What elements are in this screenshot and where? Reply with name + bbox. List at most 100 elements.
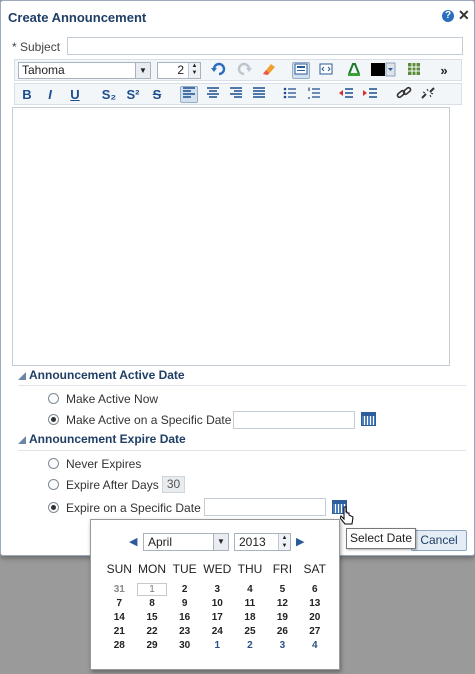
message-editor[interactable] — [12, 107, 450, 366]
calendar-day[interactable]: 29 — [136, 638, 169, 652]
text-color-select[interactable] — [370, 62, 396, 79]
expire-days-input[interactable]: 30 — [162, 476, 185, 493]
bold-button[interactable]: B — [18, 86, 36, 103]
calendar-day[interactable]: 2 — [234, 638, 267, 652]
outdent-icon[interactable] — [337, 86, 355, 103]
calendar-day[interactable]: 4 — [299, 638, 331, 652]
calendar-day[interactable]: 7 — [103, 596, 136, 610]
strikethrough-button[interactable]: S — [148, 86, 166, 103]
help-icon[interactable]: ? — [442, 10, 454, 22]
make-active-specific-radio[interactable] — [48, 414, 59, 425]
select-date-tooltip: Select Date — [346, 528, 416, 549]
align-justify-icon[interactable] — [250, 86, 268, 103]
calendar-day[interactable]: 3 — [201, 582, 234, 596]
collapse-triangle-icon[interactable] — [18, 372, 26, 380]
unlink-icon[interactable] — [419, 86, 437, 103]
calendar-day[interactable]: 10 — [201, 596, 234, 610]
numbered-list-icon[interactable] — [305, 86, 323, 103]
source-code-mode-icon[interactable] — [317, 62, 335, 79]
calendar-day[interactable]: 28 — [103, 638, 136, 652]
indent-icon[interactable] — [361, 86, 379, 103]
expire-after-days-label: Expire After Days — [66, 478, 159, 492]
never-expires-radio[interactable] — [48, 458, 59, 469]
calendar-day[interactable]: 4 — [234, 582, 267, 596]
calendar-day[interactable]: 5 — [266, 582, 298, 596]
calendar-day[interactable]: 2 — [168, 582, 201, 596]
align-center-icon[interactable] — [204, 86, 222, 103]
make-active-now-radio[interactable] — [48, 393, 59, 404]
calendar-day[interactable]: 17 — [201, 610, 234, 624]
subject-label: * Subject — [12, 40, 61, 54]
rich-text-mode-icon[interactable] — [292, 62, 310, 79]
calendar-day[interactable]: 22 — [136, 624, 169, 638]
italic-button[interactable]: I — [41, 86, 59, 103]
expire-after-days-radio[interactable] — [48, 479, 59, 490]
bulleted-list-icon[interactable] — [281, 86, 299, 103]
calendar-day[interactable]: 9 — [168, 596, 201, 610]
calendar-day[interactable]: 3 — [266, 638, 298, 652]
align-left-icon[interactable] — [180, 86, 198, 103]
align-right-icon[interactable] — [227, 86, 245, 103]
calendar-icon[interactable] — [361, 412, 376, 426]
month-value: April — [148, 535, 173, 549]
calendar-day[interactable]: 24 — [201, 624, 234, 638]
superscript-button[interactable]: S² — [123, 86, 143, 103]
calendar-day[interactable]: 19 — [266, 610, 298, 624]
calendar-day[interactable]: 31 — [103, 582, 136, 596]
weekday-header: SAT — [303, 562, 326, 576]
next-month-icon[interactable]: ▶ — [296, 535, 304, 548]
calendar-day[interactable]: 15 — [136, 610, 169, 624]
close-icon[interactable]: ✕ — [458, 8, 470, 22]
table-grid-icon[interactable] — [405, 62, 423, 79]
undo-icon[interactable] — [210, 62, 228, 79]
calendar-day[interactable]: 8 — [136, 596, 169, 610]
font-size-select[interactable]: 2 ▲ ▼ — [157, 62, 201, 79]
calendar-day[interactable]: 1 — [201, 638, 234, 652]
previous-month-icon[interactable]: ◀ — [129, 535, 137, 548]
subject-input[interactable] — [67, 37, 463, 55]
chevron-down-icon[interactable]: ▼ — [213, 534, 228, 550]
dialog-title: Create Announcement — [8, 10, 147, 25]
calendar-day[interactable]: 30 — [168, 638, 201, 652]
subscript-button[interactable]: S₂ — [99, 86, 119, 103]
active-date-input[interactable] — [233, 411, 355, 429]
calendar-day[interactable]: 12 — [266, 596, 298, 610]
text-highlight-icon[interactable] — [345, 62, 363, 79]
calendar-day[interactable]: 6 — [299, 582, 331, 596]
font-family-select[interactable]: Tahoma ▼ — [18, 62, 151, 79]
expire-date-section-header[interactable]: Announcement Expire Date — [18, 432, 186, 446]
calendar-day[interactable]: 11 — [234, 596, 267, 610]
calendar-day[interactable]: 25 — [234, 624, 267, 638]
expire-date-input[interactable] — [204, 498, 326, 516]
year-spinner[interactable]: 2013 ▲ ▼ — [234, 533, 291, 551]
never-expires-label: Never Expires — [66, 457, 142, 471]
more-options-icon[interactable]: » — [435, 62, 453, 79]
eraser-icon[interactable] — [259, 62, 277, 79]
calendar-day[interactable]: 13 — [299, 596, 331, 610]
cancel-button[interactable]: Cancel — [411, 530, 467, 551]
redo-icon[interactable] — [235, 62, 253, 79]
active-date-title: Announcement Active Date — [29, 368, 185, 382]
font-size-spinner-icon[interactable]: ▲ ▼ — [188, 63, 200, 78]
link-icon[interactable] — [395, 86, 413, 103]
underline-button[interactable]: U — [66, 86, 84, 103]
calendar-day[interactable]: 27 — [299, 624, 331, 638]
chevron-down-icon[interactable]: ▼ — [135, 63, 150, 78]
collapse-triangle-icon[interactable] — [18, 436, 26, 444]
create-announcement-dialog: Create Announcement ? ✕ * Subject Tahoma… — [0, 0, 475, 556]
calendar-day[interactable]: 21 — [103, 624, 136, 638]
editor-toolbar-row1: Tahoma ▼ 2 ▲ ▼ » — [14, 59, 462, 81]
calendar-day[interactable]: 26 — [266, 624, 298, 638]
calendar-grid: SUN MON TUE WED THU FRI SAT 31 1 2 3 4 5… — [103, 562, 331, 652]
calendar-day[interactable]: 20 — [299, 610, 331, 624]
month-select[interactable]: April ▼ — [143, 533, 229, 551]
calendar-day[interactable]: 16 — [168, 610, 201, 624]
active-date-section-header[interactable]: Announcement Active Date — [18, 368, 185, 382]
calendar-day[interactable]: 23 — [168, 624, 201, 638]
expire-specific-radio[interactable] — [48, 502, 59, 513]
calendar-day[interactable]: 18 — [234, 610, 267, 624]
make-active-specific-label: Make Active on a Specific Date — [66, 413, 232, 427]
calendar-day-selected[interactable]: 1 — [136, 582, 169, 596]
year-spinner-icon[interactable]: ▲ ▼ — [278, 534, 290, 550]
calendar-day[interactable]: 14 — [103, 610, 136, 624]
